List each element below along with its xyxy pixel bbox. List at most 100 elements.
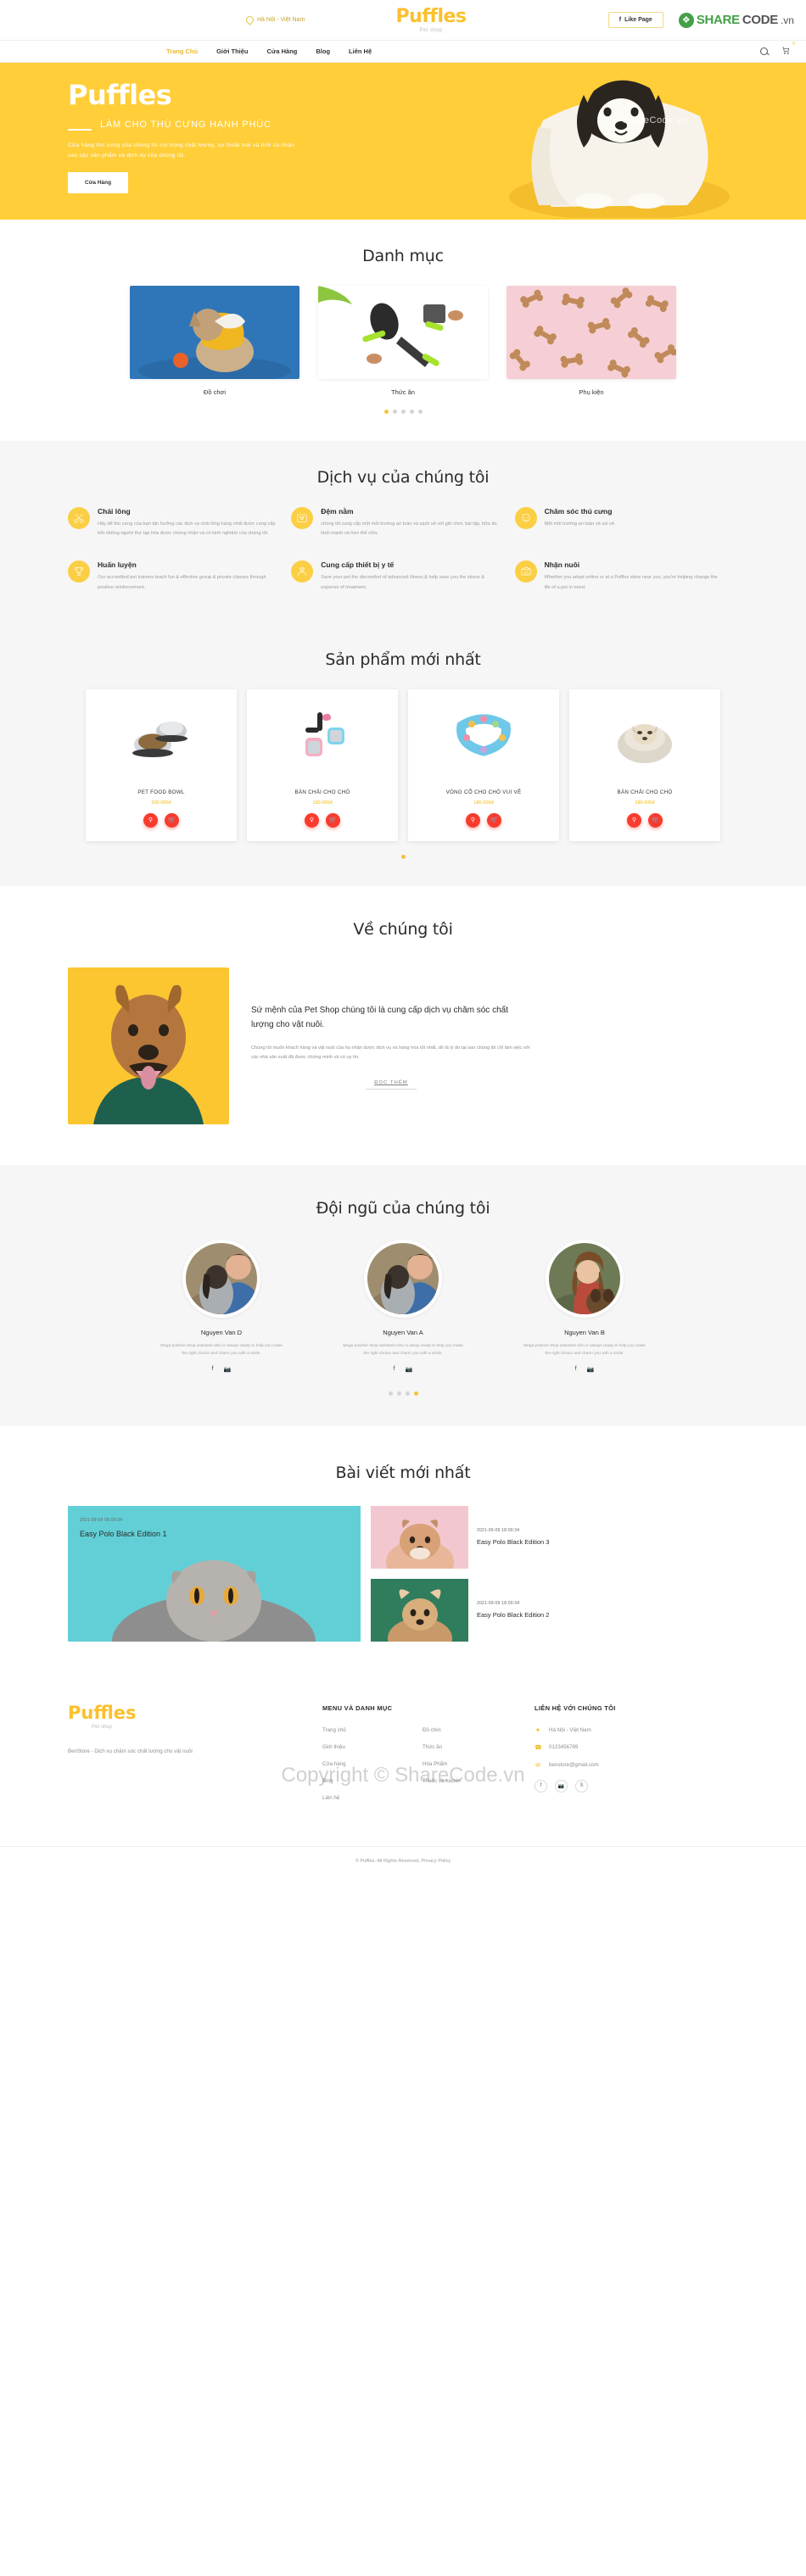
footer-menu-list-2: Đồ chơi Thức ăn Hóa Phẩm Thuốc và vacxin — [423, 1727, 523, 1812]
blog-featured-card[interactable]: 2021-09-09 08:09:34 Easy Polo Black Edit… — [68, 1505, 361, 1642]
nav-link-trang-chu[interactable]: Trang Chủ — [166, 47, 198, 55]
carousel-dot[interactable] — [400, 854, 406, 859]
blog-date: 2021-09-09 08:09:34 — [80, 1517, 123, 1523]
nav-item-cua-hang[interactable]: Cửa Hàng — [267, 47, 298, 55]
footer-link-thuc-an[interactable]: Thức ăn — [423, 1744, 523, 1750]
carousel-dot[interactable] — [383, 410, 389, 414]
nav-link-lien-he[interactable]: Liên Hệ — [349, 47, 372, 55]
service-title: Cung cấp thiết bị y tế — [321, 560, 395, 570]
nav-item-blog[interactable]: Blog — [316, 47, 330, 55]
facebook-like-page-button[interactable]: f Like Page — [607, 12, 663, 28]
product-add-to-cart-button[interactable]: 🛒 — [165, 812, 179, 828]
hero-image-dog-in-towel — [492, 70, 747, 218]
service-text: chúng tôi cung cấp một môi trường an toà… — [321, 521, 497, 537]
nav-item-trang-chu[interactable]: Trang Chủ — [166, 47, 198, 55]
carousel-dot[interactable] — [417, 410, 423, 414]
nav-icon-group: 0 — [760, 42, 795, 57]
category-card[interactable]: Đồ chơi — [130, 286, 299, 396]
facebook-icon[interactable]: f — [394, 1366, 395, 1373]
cart-icon[interactable]: 0 — [781, 42, 795, 57]
service-card-dem-nam: Đệm nằm chúng tôi cung cấp một môi trườn… — [291, 507, 514, 538]
carousel-dot[interactable] — [409, 410, 414, 414]
product-add-to-cart-button[interactable]: 🛒 — [487, 812, 501, 828]
footer-link-hoa-pham[interactable]: Hóa Phẩm — [423, 1761, 523, 1767]
categories-carousel-dots[interactable] — [68, 410, 738, 414]
footer-logo[interactable]: Puffles — [68, 1703, 322, 1722]
about-read-more-link[interactable]: ĐỌC THÊM — [366, 1080, 417, 1090]
about-text-block: Sứ mệnh của Pet Shop chúng tôi là cung c… — [251, 967, 531, 1090]
instagram-icon[interactable]: 📷 — [587, 1366, 595, 1373]
footer-link-thuoc-va-vacxin[interactable]: Thuốc và vacxin — [423, 1778, 523, 1784]
facebook-icon[interactable]: f — [212, 1366, 214, 1373]
nav-link-blog[interactable]: Blog — [316, 47, 330, 55]
product-quick-view-button[interactable]: ⚲ — [627, 812, 641, 828]
category-card[interactable]: Phụ kiện — [507, 286, 676, 396]
service-title: Chải lông — [98, 507, 131, 516]
footer-logo-subtitle: Pet shop — [92, 1724, 112, 1730]
product-actions: ⚲ 🛒 — [92, 812, 230, 828]
product-add-to-cart-button[interactable]: 🛒 — [648, 812, 663, 828]
carousel-dot[interactable] — [388, 1391, 393, 1396]
category-label-phu-kien: Phụ kiện — [579, 388, 604, 396]
avatar — [364, 1239, 442, 1318]
nav-item-gioi-thieu[interactable]: Giới Thiệu — [216, 47, 248, 55]
footer-link-blog[interactable]: Blog — [322, 1778, 423, 1784]
footer-link-trang-chu[interactable]: Trang chủ — [322, 1727, 423, 1733]
site-footer: Puffles Pet shop BenStore - Dịch vụ chăm… — [0, 1675, 806, 1876]
nav-link-gioi-thieu[interactable]: Giới Thiệu — [216, 47, 248, 55]
service-text: Một môi trường an toàn và vui vẻ. — [544, 521, 616, 527]
service-title: Chăm sóc thú cưng — [544, 507, 613, 516]
products-section: Sản phẩm mới nhất PET FOOD BOWL 200.000đ… — [0, 641, 806, 886]
skype-icon[interactable]: S — [575, 1779, 588, 1793]
product-card[interactable]: BÀN CHẢI CHO CHÓ 180.000đ ⚲ 🛒 — [569, 689, 720, 841]
facebook-icon[interactable]: f — [535, 1779, 547, 1793]
product-name: PET FOOD BOWL — [137, 789, 185, 795]
footer-menu-list-1: Trang chủ Giới thiệu Cửa hàng Blog Liên … — [322, 1727, 423, 1812]
carousel-dot[interactable] — [396, 1391, 401, 1396]
instagram-icon[interactable]: 📷 — [406, 1366, 413, 1373]
envelope-icon: ✉ — [535, 1762, 540, 1769]
footer-link-cua-hang[interactable]: Cửa hàng — [322, 1761, 423, 1767]
product-quick-view-button[interactable]: ⚲ — [466, 812, 480, 828]
product-quick-view-button[interactable]: ⚲ — [305, 812, 319, 828]
carousel-dot[interactable] — [392, 410, 397, 414]
footer-contact-phone[interactable]: ☎ 0123456789 — [535, 1744, 738, 1751]
team-member-card: Nguyen Van D Mega positive shop assistan… — [145, 1239, 298, 1373]
product-add-to-cart-button[interactable]: 🛒 — [326, 812, 340, 828]
team-member-name: Nguyen Van B — [564, 1328, 605, 1336]
nav-link-cua-hang[interactable]: Cửa Hàng — [267, 47, 298, 55]
carousel-dot[interactable] — [400, 410, 406, 414]
site-logo[interactable]: Puffles Pet shop — [396, 7, 467, 33]
hero-shop-button[interactable]: Cửa Hàng — [68, 171, 129, 193]
hero-dash-decoration — [68, 129, 92, 131]
footer-link-lien-he[interactable]: Liên hệ — [322, 1795, 423, 1801]
footer-link-gioi-thieu[interactable]: Giới thiệu — [322, 1744, 423, 1750]
product-card[interactable]: VÒNG CỔ CHO CHÓ VUI VẺ 180.000đ ⚲ 🛒 — [408, 689, 559, 841]
product-quick-view-button[interactable]: ⚲ — [143, 812, 158, 828]
carousel-dot[interactable] — [405, 1391, 410, 1396]
about-section: Về chúng tôi Sứ mệnh của Pet Shop chúng … — [0, 886, 806, 1165]
nav-item-lien-he[interactable]: Liên Hệ — [349, 47, 372, 55]
about-content: Sứ mệnh của Pet Shop chúng tôi là cung c… — [68, 967, 738, 1124]
blog-date: 2021-09-09 18:00:34 — [477, 1527, 520, 1533]
blog-card[interactable]: 2021-09-09 18:00:34 Easy Polo Black Edit… — [371, 1505, 663, 1584]
team-member-text: Mega positive shop assistant who is alwa… — [160, 1343, 283, 1356]
facebook-icon[interactable]: f — [575, 1366, 577, 1373]
footer-link-do-choi[interactable]: Đồ chơi — [423, 1727, 523, 1733]
footer-contact-email[interactable]: ✉ benstore@gmail.com — [535, 1762, 738, 1769]
leaf-icon: ❖ — [678, 12, 694, 28]
blog-card[interactable]: 2021-09-09 18:00:34 Easy Polo Black Edit… — [371, 1578, 663, 1659]
product-card[interactable]: BÀN CHẢI CHO CHÓ 150.000đ ⚲ 🛒 — [247, 689, 398, 841]
category-card[interactable]: Thức ăn — [318, 286, 488, 396]
product-name: VÒNG CỔ CHO CHÓ VUI VẺ — [445, 789, 522, 795]
team-member-name: Nguyen Van A — [383, 1328, 423, 1336]
instagram-icon[interactable]: 📷 — [555, 1779, 568, 1793]
sharecode-text-code: CODE — [742, 13, 778, 27]
product-card[interactable]: PET FOOD BOWL 200.000đ ⚲ 🛒 — [86, 689, 237, 841]
instagram-icon[interactable]: 📷 — [224, 1366, 232, 1373]
products-carousel-dots[interactable] — [68, 854, 738, 859]
carousel-dot[interactable] — [413, 1391, 418, 1396]
search-icon[interactable] — [760, 47, 768, 55]
team-carousel-dots[interactable] — [68, 1391, 738, 1396]
service-card-huan-luyen: Huấn luyện Our accredited pet trainers t… — [68, 560, 291, 592]
